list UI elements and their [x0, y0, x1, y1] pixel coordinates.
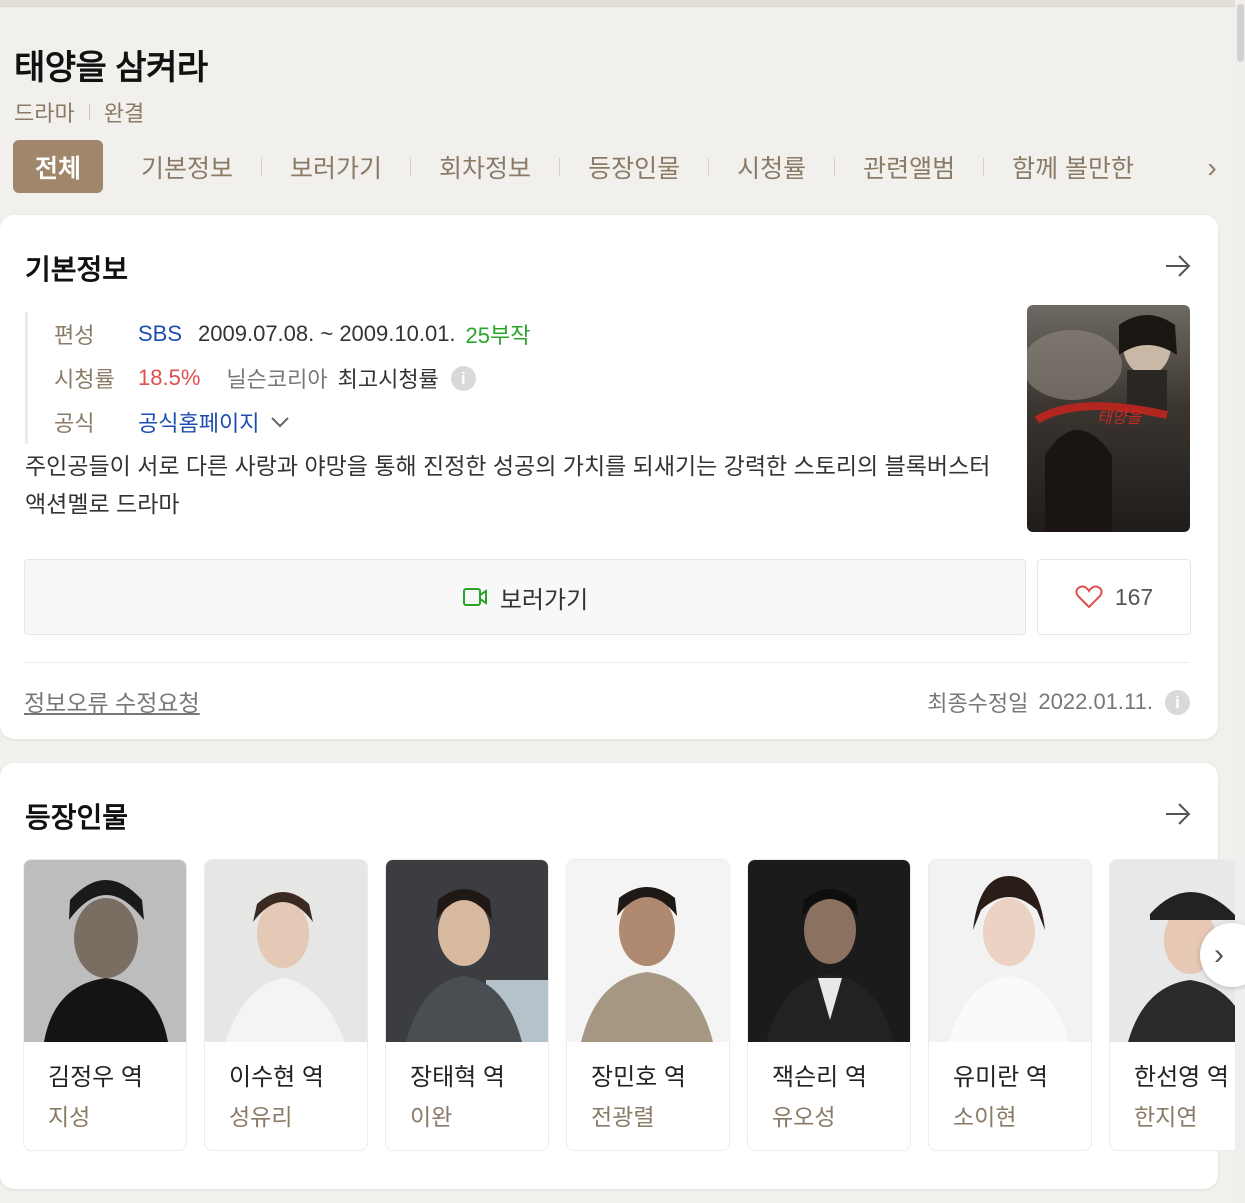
arrow-right-icon[interactable]: [1164, 802, 1192, 826]
tab-divider: [834, 157, 836, 176]
page-title: 태양을 삼켜라: [14, 49, 208, 87]
official-row: 공식 공식홈페이지: [54, 400, 531, 444]
rating-label: 시청률: [54, 367, 115, 392]
synopsis: 주인공들이 서로 다른 사랑과 야망을 통해 진정한 성공의 가치를 되새기는 …: [25, 453, 991, 517]
cast-photo: [24, 860, 186, 1042]
cast-role: 김정우 역: [48, 1064, 143, 1091]
cast-role: 유미란 역: [953, 1064, 1048, 1091]
cast-list: 김정우 역 지성 이수현 역 성유리 장태혁 역 이완 장민호 역 전광렬 잭슨…: [23, 859, 1235, 1151]
tab-characters[interactable]: 등장인물: [588, 149, 680, 185]
cast-role: 이수현 역: [229, 1064, 324, 1091]
cast-card-item[interactable]: 한선영 역 한지연: [1109, 859, 1235, 1151]
cast-role: 잭슨리 역: [772, 1064, 867, 1091]
scrollbar[interactable]: [1235, 0, 1245, 1203]
cast-photo: [386, 860, 548, 1042]
top-border: [0, 0, 1237, 7]
chevron-down-icon[interactable]: [269, 415, 291, 429]
cast-role: 장민호 역: [591, 1064, 686, 1091]
tab-related-album[interactable]: 관련앨범: [863, 149, 955, 185]
tab-divider: [261, 157, 263, 176]
arrow-right-icon[interactable]: [1164, 254, 1192, 278]
rating-value: 18.5%: [138, 365, 201, 390]
heart-icon: [1075, 585, 1103, 609]
broadcast-period: 2009.07.08. ~ 2009.10.01.: [198, 321, 456, 346]
cast-photo: [567, 860, 729, 1042]
genre-label: 드라마: [14, 101, 75, 126]
rating-source: 닐슨코리아: [226, 367, 328, 392]
info-icon[interactable]: i: [450, 365, 476, 391]
basic-info-title: 기본정보: [25, 254, 129, 285]
tab-watch[interactable]: 보러가기: [290, 149, 382, 185]
cast-card-item[interactable]: 이수현 역 성유리: [204, 859, 368, 1151]
broadcast-label: 편성: [54, 323, 95, 348]
report-error-link[interactable]: 정보오류 수정요청: [24, 684, 200, 718]
cast-card-item[interactable]: 장태혁 역 이완: [385, 859, 549, 1151]
modified-date: 2022.01.11.: [1038, 689, 1153, 714]
like-count: 167: [1114, 583, 1154, 610]
cast-role: 장태혁 역: [410, 1064, 505, 1091]
cast-card-item[interactable]: 김정우 역 지성: [23, 859, 187, 1151]
cast-actor: 지성: [48, 1104, 91, 1130]
cast-photo: [929, 860, 1091, 1042]
divider: [24, 662, 1190, 663]
tab-divider: [410, 157, 412, 176]
poster-image[interactable]: 태양을: [1027, 305, 1190, 532]
like-button[interactable]: 167: [1037, 559, 1191, 635]
episode-count: 25부작: [465, 323, 531, 348]
broadcast-row: 편성 SBS 2009.07.08. ~ 2009.10.01. 25부작: [54, 312, 531, 356]
cast-card-item[interactable]: 유미란 역 소이현: [928, 859, 1092, 1151]
tab-ratings[interactable]: 시청률: [737, 149, 806, 185]
cast-role: 한선영 역: [1134, 1064, 1229, 1091]
status-label: 완결: [103, 101, 145, 126]
tab-divider: [983, 157, 985, 176]
cast-photo: [205, 860, 367, 1042]
cast-actor: 한지연: [1134, 1104, 1198, 1130]
rating-row: 시청률 18.5% 닐슨코리아 최고시청률 i: [54, 356, 531, 400]
cast-title: 등장인물: [25, 802, 129, 833]
info-list: 편성 SBS 2009.07.08. ~ 2009.10.01. 25부작 시청…: [25, 312, 531, 444]
modified-label: 최종수정일: [927, 691, 1029, 716]
cast-card-item[interactable]: 장민호 역 전광렬: [566, 859, 730, 1151]
info-icon[interactable]: i: [1165, 689, 1190, 715]
program-meta: 드라마 완결: [14, 96, 144, 128]
last-modified: 최종수정일 2022.01.11. i: [927, 686, 1190, 718]
tab-divider: [708, 157, 710, 176]
tab-episodes[interactable]: 회차정보: [439, 149, 531, 185]
official-label: 공식: [54, 411, 95, 436]
cast-actor: 소이현: [953, 1104, 1017, 1130]
watch-button[interactable]: 보러가기: [24, 559, 1026, 635]
tab-bar: 전체 기본정보 보러가기 회차정보 등장인물 시청률 관련앨범 함께 볼만한: [13, 140, 1223, 193]
cast-actor: 전광렬: [591, 1104, 655, 1130]
cast-actor: 성유리: [229, 1104, 293, 1130]
network-link[interactable]: SBS: [138, 321, 182, 347]
cast-carousel: 김정우 역 지성 이수현 역 성유리 장태혁 역 이완 장민호 역 전광렬 잭슨…: [0, 859, 1235, 1159]
watch-button-label: 보러가기: [499, 586, 589, 614]
meta-divider: [88, 104, 90, 120]
cast-photo: [748, 860, 910, 1042]
tab-basic-info[interactable]: 기본정보: [141, 149, 233, 185]
cast-card-item[interactable]: 잭슨리 역 유오성: [747, 859, 911, 1151]
cast-actor: 이완: [410, 1104, 453, 1130]
tab-divider: [559, 157, 561, 176]
tab-scroll-right-icon[interactable]: ›: [1198, 152, 1226, 184]
tab-recommended[interactable]: 함께 볼만한: [1012, 149, 1134, 185]
cast-actor: 유오성: [772, 1104, 836, 1130]
video-icon: [462, 588, 487, 606]
scrollbar-thumb[interactable]: [1237, 4, 1244, 62]
official-homepage-link[interactable]: 공식홈페이지: [138, 406, 259, 438]
rating-type: 최고시청률: [337, 367, 439, 392]
poster-title-art: 태양을: [1097, 408, 1142, 427]
tab-all[interactable]: 전체: [13, 140, 104, 193]
